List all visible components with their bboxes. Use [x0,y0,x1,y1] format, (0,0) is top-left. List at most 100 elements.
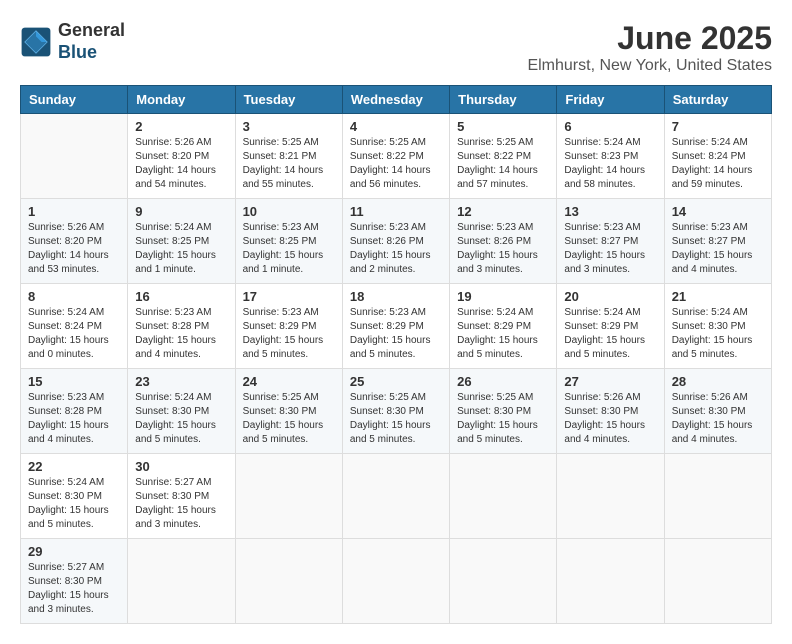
calendar-cell: 8 Sunrise: 5:24 AM Sunset: 8:24 PM Daylig… [21,284,128,369]
day-number: 26 [457,374,549,389]
day-number: 22 [28,459,120,474]
day-info: Sunrise: 5:27 AM Sunset: 8:30 PM Dayligh… [28,561,120,617]
day-info: Sunrise: 5:26 AM Sunset: 8:20 PM Dayligh… [135,136,227,192]
day-info: Sunrise: 5:23 AM Sunset: 8:28 PM Dayligh… [28,391,120,447]
calendar-cell: 9 Sunrise: 5:24 AM Sunset: 8:25 PM Daylig… [128,199,235,284]
calendar-cell [21,114,128,199]
day-number: 12 [457,204,549,219]
week-row-6: 29Sunrise: 5:27 AM Sunset: 8:30 PM Dayli… [21,539,772,624]
day-number: 6 [564,119,656,134]
calendar-cell: 12 Sunrise: 5:23 AM Sunset: 8:26 PM Dayli… [450,199,557,284]
day-info: Sunrise: 5:23 AM Sunset: 8:26 PM Dayligh… [350,221,442,277]
day-info: Sunrise: 5:23 AM Sunset: 8:28 PM Dayligh… [135,306,227,362]
calendar-cell [342,454,449,539]
day-number: 7 [672,119,764,134]
day-number: 19 [457,289,549,304]
calendar-cell: 3 Sunrise: 5:25 AM Sunset: 8:21 PM Daylig… [235,114,342,199]
calendar-cell: 22 Sunrise: 5:24 AM Sunset: 8:30 PM Dayli… [21,454,128,539]
day-number: 18 [350,289,442,304]
page-header: General Blue June 2025 Elmhurst, New Yor… [20,20,772,75]
day-info: Sunrise: 5:23 AM Sunset: 8:27 PM Dayligh… [672,221,764,277]
day-number: 14 [672,204,764,219]
calendar-cell [235,454,342,539]
day-number: 27 [564,374,656,389]
day-number: 25 [350,374,442,389]
day-number: 13 [564,204,656,219]
day-info: Sunrise: 5:25 AM Sunset: 8:21 PM Dayligh… [243,136,335,192]
day-number: 9 [135,204,227,219]
day-info: Sunrise: 5:24 AM Sunset: 8:25 PM Dayligh… [135,221,227,277]
calendar-cell: 7 Sunrise: 5:24 AM Sunset: 8:24 PM Daylig… [664,114,771,199]
calendar-cell: 30 Sunrise: 5:27 AM Sunset: 8:30 PM Dayli… [128,454,235,539]
calendar-cell: 14 Sunrise: 5:23 AM Sunset: 8:27 PM Dayli… [664,199,771,284]
logo-blue: Blue [58,42,97,62]
week-row-1: 2 Sunrise: 5:26 AM Sunset: 8:20 PM Daylig… [21,114,772,199]
day-number: 3 [243,119,335,134]
day-number: 20 [564,289,656,304]
logo-general: General [58,20,125,40]
calendar-cell: 21Sunrise: 5:24 AM Sunset: 8:30 PM Dayli… [664,284,771,369]
calendar-cell: 27Sunrise: 5:26 AM Sunset: 8:30 PM Dayli… [557,369,664,454]
calendar-cell: 10 Sunrise: 5:23 AM Sunset: 8:25 PM Dayli… [235,199,342,284]
day-number: 5 [457,119,549,134]
day-number: 16 [135,289,227,304]
calendar-cell: 26Sunrise: 5:25 AM Sunset: 8:30 PM Dayli… [450,369,557,454]
header-day-monday: Monday [128,86,235,114]
day-info: Sunrise: 5:25 AM Sunset: 8:30 PM Dayligh… [243,391,335,447]
calendar-title: June 2025 [527,20,772,57]
calendar-cell [342,539,449,624]
day-info: Sunrise: 5:24 AM Sunset: 8:29 PM Dayligh… [564,306,656,362]
day-info: Sunrise: 5:23 AM Sunset: 8:29 PM Dayligh… [243,306,335,362]
logo-icon [20,26,52,58]
day-info: Sunrise: 5:23 AM Sunset: 8:25 PM Dayligh… [243,221,335,277]
day-number: 17 [243,289,335,304]
calendar-cell [664,539,771,624]
day-info: Sunrise: 5:23 AM Sunset: 8:29 PM Dayligh… [350,306,442,362]
day-number: 11 [350,204,442,219]
calendar-cell: 29Sunrise: 5:27 AM Sunset: 8:30 PM Dayli… [21,539,128,624]
day-info: Sunrise: 5:23 AM Sunset: 8:26 PM Dayligh… [457,221,549,277]
calendar-cell: 19Sunrise: 5:24 AM Sunset: 8:29 PM Dayli… [450,284,557,369]
calendar-cell [557,539,664,624]
calendar-cell: 6 Sunrise: 5:24 AM Sunset: 8:23 PM Daylig… [557,114,664,199]
day-number: 1 [28,204,120,219]
header-row: SundayMondayTuesdayWednesdayThursdayFrid… [21,86,772,114]
day-info: Sunrise: 5:25 AM Sunset: 8:30 PM Dayligh… [350,391,442,447]
calendar-cell: 15Sunrise: 5:23 AM Sunset: 8:28 PM Dayli… [21,369,128,454]
logo-text: General Blue [58,20,125,63]
calendar-cell [128,539,235,624]
header-day-thursday: Thursday [450,86,557,114]
calendar-cell: 2 Sunrise: 5:26 AM Sunset: 8:20 PM Daylig… [128,114,235,199]
day-info: Sunrise: 5:27 AM Sunset: 8:30 PM Dayligh… [135,476,227,532]
day-info: Sunrise: 5:24 AM Sunset: 8:24 PM Dayligh… [28,306,120,362]
day-number: 21 [672,289,764,304]
day-number: 8 [28,289,120,304]
calendar-cell: 17 Sunrise: 5:23 AM Sunset: 8:29 PM Dayli… [235,284,342,369]
calendar-cell [450,454,557,539]
calendar-cell: 11 Sunrise: 5:23 AM Sunset: 8:26 PM Dayli… [342,199,449,284]
day-info: Sunrise: 5:26 AM Sunset: 8:20 PM Dayligh… [28,221,120,277]
calendar-cell: 20 Sunrise: 5:24 AM Sunset: 8:29 PM Dayli… [557,284,664,369]
calendar-cell [664,454,771,539]
day-info: Sunrise: 5:24 AM Sunset: 8:24 PM Dayligh… [672,136,764,192]
day-number: 10 [243,204,335,219]
calendar-cell: 13Sunrise: 5:23 AM Sunset: 8:27 PM Dayli… [557,199,664,284]
calendar-subtitle: Elmhurst, New York, United States [527,57,772,75]
calendar-cell [235,539,342,624]
week-row-3: 8 Sunrise: 5:24 AM Sunset: 8:24 PM Daylig… [21,284,772,369]
day-info: Sunrise: 5:24 AM Sunset: 8:30 PM Dayligh… [28,476,120,532]
calendar-cell: 5Sunrise: 5:25 AM Sunset: 8:22 PM Daylig… [450,114,557,199]
calendar-cell: 23Sunrise: 5:24 AM Sunset: 8:30 PM Dayli… [128,369,235,454]
day-info: Sunrise: 5:24 AM Sunset: 8:23 PM Dayligh… [564,136,656,192]
header-day-friday: Friday [557,86,664,114]
day-number: 23 [135,374,227,389]
calendar-cell: 18 Sunrise: 5:23 AM Sunset: 8:29 PM Dayli… [342,284,449,369]
header-day-tuesday: Tuesday [235,86,342,114]
day-number: 30 [135,459,227,474]
day-number: 2 [135,119,227,134]
calendar-cell: 28Sunrise: 5:26 AM Sunset: 8:30 PM Dayli… [664,369,771,454]
header-day-wednesday: Wednesday [342,86,449,114]
day-info: Sunrise: 5:25 AM Sunset: 8:22 PM Dayligh… [350,136,442,192]
calendar-cell [450,539,557,624]
calendar-table: SundayMondayTuesdayWednesdayThursdayFrid… [20,85,772,624]
